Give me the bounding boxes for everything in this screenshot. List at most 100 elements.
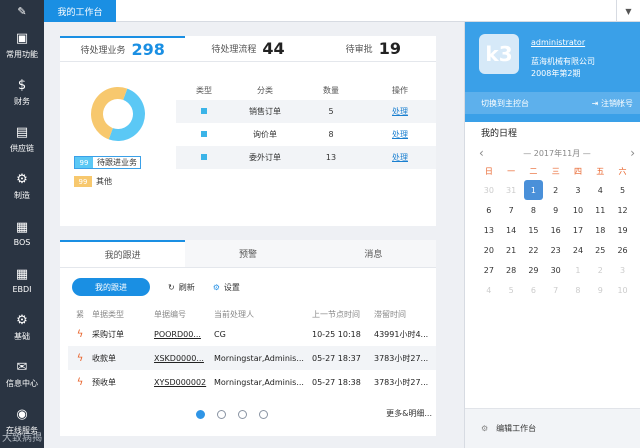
nav-item[interactable]: ▣ 常用功能 (0, 22, 44, 69)
page-dot[interactable] (259, 410, 268, 419)
logout-icon: ⇥ (591, 98, 599, 108)
row-doc-no[interactable]: XYSD000002 (154, 378, 214, 387)
calendar-day[interactable]: 2 (590, 260, 610, 280)
calendar-day[interactable]: 4 (590, 180, 610, 200)
page-dot[interactable] (196, 410, 205, 419)
tab-messages[interactable]: 消息 (310, 240, 436, 267)
page-dot[interactable] (238, 410, 247, 419)
calendar-day[interactable]: 10 (613, 280, 633, 300)
nav-item-label: BOS (13, 237, 31, 247)
stat-pending-process[interactable]: 待处理流程 44 (185, 36, 310, 61)
calendar-day[interactable]: 26 (613, 240, 633, 260)
calendar-day[interactable]: 2 (546, 180, 566, 200)
tab-warning[interactable]: 预警 (185, 240, 311, 267)
calendar-day[interactable]: 3 (613, 260, 633, 280)
process-link[interactable]: 处理 (392, 107, 408, 116)
edit-icon[interactable]: ✎ (0, 0, 44, 22)
calendar-day[interactable]: 30 (546, 260, 566, 280)
calendar-day[interactable]: 6 (524, 280, 544, 300)
calendar-day[interactable]: 8 (524, 200, 544, 220)
calendar-day[interactable]: 15 (524, 220, 544, 240)
switch-console-link[interactable]: 切换到主控台 (481, 98, 529, 109)
calendar-day[interactable]: 17 (568, 220, 588, 240)
calendar-day[interactable]: 6 (479, 200, 499, 220)
chevron-right-icon[interactable]: › (630, 146, 635, 160)
logout-button[interactable]: ⇥ 注销帐号 (592, 98, 633, 109)
calendar-day[interactable]: 18 (590, 220, 610, 240)
calendar-day[interactable]: 30 (479, 180, 499, 200)
chevron-left-icon[interactable]: ‹ (479, 146, 484, 160)
calendar-day[interactable]: 23 (546, 240, 566, 260)
calendar-day[interactable]: 8 (568, 280, 588, 300)
calendar-day[interactable]: 1 (568, 260, 588, 280)
calendar-day[interactable]: 11 (590, 200, 610, 220)
calendar-day[interactable]: 12 (613, 200, 633, 220)
weekday-label: 二 (529, 166, 538, 176)
calendar-day[interactable]: 29 (524, 260, 544, 280)
row-doc-no[interactable]: POORD00... (154, 330, 214, 339)
stat-label: 待审批 (345, 45, 373, 55)
tab-my-workbench[interactable]: 我的工作台 (44, 0, 116, 22)
calendar-day[interactable]: 7 (501, 200, 521, 220)
legend-badge: 99 (75, 157, 93, 168)
calendar-day[interactable]: 9 (590, 280, 610, 300)
calendar-day[interactable]: 5 (501, 280, 521, 300)
edit-workbench-button[interactable]: ⚙ 编辑工作台 (465, 408, 640, 448)
calendar-day[interactable]: 24 (568, 240, 588, 260)
nav-item[interactable]: $ 财务 (0, 69, 44, 116)
calendar-day[interactable]: 13 (479, 220, 499, 240)
settings-icon: ⚙ (16, 312, 28, 328)
calendar-day[interactable]: 27 (479, 260, 499, 280)
table-row[interactable]: ϟ 收款单 XSKD0000... Morningstar,Adminis...… (68, 346, 436, 370)
table-row[interactable]: ϟ 预收单 XYSD000002 Morningstar,Adminis... … (68, 370, 436, 394)
process-link[interactable]: 处理 (392, 130, 408, 139)
my-followup-button[interactable]: 我的跟进 (72, 278, 150, 296)
calendar-day[interactable]: 4 (479, 280, 499, 300)
calendar-day[interactable]: 22 (524, 240, 544, 260)
left-nav: ✎ ▣ 常用功能 $ 财务 ▤ 供应链 ⚙ 制造 ▦ BOS ▦ EBDI ⚙ 基础 ✉ 信息中心 ◉ 在线服务 … (0, 0, 44, 448)
calendar-day[interactable]: 21 (501, 240, 521, 260)
nav-item[interactable]: ⚙ 基础 (0, 304, 44, 351)
legend-item-followup[interactable]: 99 待跟进业务 (74, 156, 141, 169)
refresh-button[interactable]: ↻ 刷新 (168, 282, 195, 293)
username-link[interactable]: administrator (531, 38, 585, 47)
process-link[interactable]: 处理 (392, 153, 408, 162)
nav-item[interactable]: ▤ 供应链 (0, 116, 44, 163)
stat-pending-approval[interactable]: 待审批 19 (311, 36, 436, 61)
calendar-day[interactable]: 20 (479, 240, 499, 260)
followup-panel: 我的跟进 预警 消息 我的跟进 ↻ 刷新 ⚙ 设置 紧 单据类型 单据编号 当前… (60, 240, 436, 436)
settings-button[interactable]: ⚙ 设置 (213, 282, 240, 293)
right-panel: k3 administrator 蓝海机械有限公司 2008年第2期 切换到主控… (464, 22, 640, 448)
calendar-day[interactable]: 9 (546, 200, 566, 220)
calendar-day[interactable]: 19 (613, 220, 633, 240)
table-row[interactable]: ϟ 采购订单 POORD00... CG 10-25 10:18 43991小时… (68, 322, 436, 346)
tab-my-followup[interactable]: 我的跟进 (60, 240, 186, 267)
calendar-grid: 日一二三四五六 30 31 1 2 3 4 5 6 7 8 9 10 11 12 13 14 15 16 17 18 19… (479, 162, 635, 300)
nav-item[interactable]: ✉ 信息中心 (0, 351, 44, 398)
nav-item[interactable]: ▦ EBDI (0, 257, 44, 304)
schedule-title: 我的日程 (481, 129, 518, 139)
calendar-day[interactable]: 7 (546, 280, 566, 300)
table-row: 委外订单 13 处理 (176, 146, 436, 169)
calendar-day[interactable]: 16 (546, 220, 566, 240)
calendar-day[interactable]: 31 (501, 180, 521, 200)
page-dot[interactable] (217, 410, 226, 419)
calendar-day[interactable]: 1 (523, 180, 544, 200)
calendar-day[interactable]: 25 (590, 240, 610, 260)
calendar-day[interactable]: 14 (501, 220, 521, 240)
nav-item[interactable]: ⚙ 制造 (0, 163, 44, 210)
refresh-label: 刷新 (178, 282, 195, 292)
calendar-day[interactable]: 10 (568, 200, 588, 220)
calendar-day[interactable]: 3 (568, 180, 588, 200)
chevron-down-icon[interactable]: ▼ (616, 0, 640, 22)
row-doc-no[interactable]: XSKD0000... (154, 354, 214, 363)
col-header-action: 操作 (392, 85, 408, 95)
more-link[interactable]: 更多&明细... (386, 408, 432, 419)
stat-pending-business[interactable]: 待处理业务 298 (60, 36, 186, 61)
calendar-day[interactable]: 5 (613, 180, 633, 200)
stat-count: 298 (131, 40, 165, 59)
nav-item-label: 供应链 (10, 143, 34, 153)
nav-item[interactable]: ▦ BOS (0, 210, 44, 257)
legend-item-other[interactable]: 99 其他 (74, 176, 141, 187)
calendar-day[interactable]: 28 (501, 260, 521, 280)
